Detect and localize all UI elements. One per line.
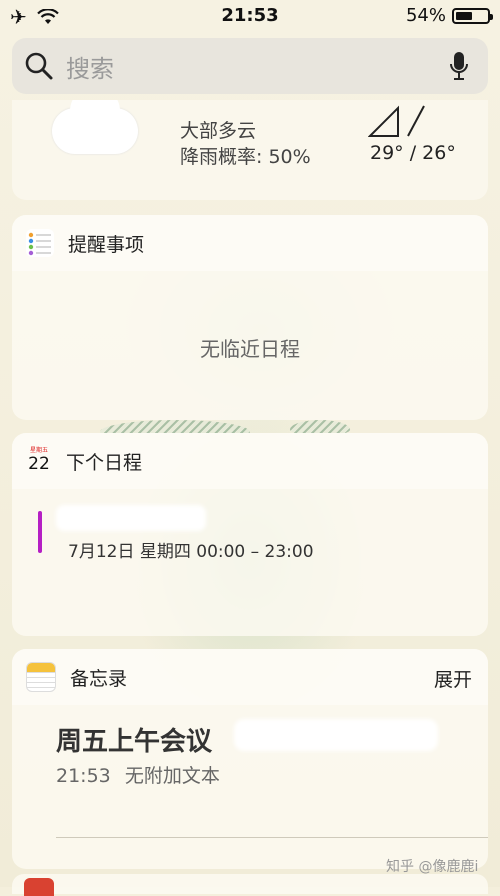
microphone-icon[interactable] [448,50,470,82]
temperature-range: 29° / 26° [370,142,456,164]
event-color-bar [38,511,42,553]
expand-button[interactable]: 展开 [434,665,472,692]
cloud-icon [52,100,138,154]
next-widget-peek[interactable] [12,874,488,896]
notes-widget[interactable]: 备忘录 展开 周五上午会议 21:53 无附加文本 [12,649,488,869]
calendar-icon-day: 22 [28,454,50,474]
precipitation-chance: 降雨概率: 50% [180,146,311,168]
app-icon [24,878,54,896]
status-bar: ✈ 21:53 54% [0,0,500,34]
search-input[interactable]: 搜索 [66,49,114,84]
calendar-title: 下个日程 [66,451,143,474]
notes-icon [26,662,56,692]
battery-fill [456,11,473,20]
note-time: 21:53 [56,765,111,787]
weather-trend-icon [368,105,425,137]
battery-percent: 54% [405,5,446,26]
watermark: 知乎 @像鹿鹿i [386,859,479,875]
reminders-header[interactable]: 提醒事项 [12,215,488,271]
notes-title: 备忘录 [70,667,128,690]
event-title-redacted[interactable] [56,505,206,531]
weather-condition: 大部多云 [180,120,257,142]
calendar-widget[interactable]: 星期五 22 下个日程 7月12日 星期四 00:00 – 23:00 [12,433,488,636]
divider [56,837,488,838]
note-meta[interactable]: 21:53 无附加文本 [56,761,220,788]
note-title-redacted [234,719,438,751]
weather-details: 大部多云 降雨概率: 50% [180,118,311,170]
reminders-widget[interactable]: 提醒事项 无临近日程 [12,215,488,420]
calendar-header[interactable]: 星期五 22 下个日程 [12,433,488,489]
calendar-icon: 星期五 22 [26,447,52,474]
battery-icon [452,7,493,24]
note-subtitle: 无附加文本 [124,765,220,787]
reminders-icon [26,229,54,257]
reminders-empty-text: 无临近日程 [200,337,300,361]
weather-widget[interactable]: 大部多云 降雨概率: 50% 29° / 26° [12,100,488,200]
note-title[interactable]: 周五上午会议 [56,721,212,758]
calendar-icon-weekday: 星期五 [29,447,48,454]
search-icon [25,52,53,80]
notes-header[interactable]: 备忘录 展开 [12,649,488,705]
reminders-title: 提醒事项 [68,233,145,256]
search-bar[interactable]: 搜索 [12,38,488,94]
event-time[interactable]: 7月12日 星期四 00:00 – 23:00 [68,537,314,562]
